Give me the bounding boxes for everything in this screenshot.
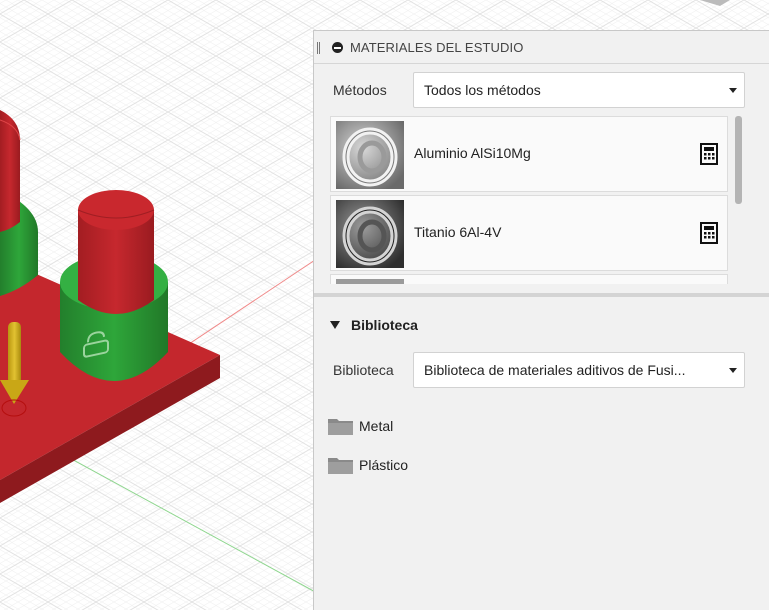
materials-scrollbar[interactable]: [734, 115, 744, 285]
methods-label: Métodos: [333, 82, 387, 98]
library-label: Biblioteca: [333, 362, 394, 378]
calculator-icon[interactable]: [700, 143, 718, 165]
library-dropdown-value: Biblioteca de materiales aditivos de Fus…: [424, 362, 686, 378]
material-name: Aluminio AlSi10Mg: [414, 145, 531, 161]
scrollbar-thumb[interactable]: [735, 116, 742, 204]
chevron-down-icon: [729, 368, 737, 373]
list-item-material[interactable]: Aluminio AlSi10Mg: [330, 116, 728, 192]
list-item-material[interactable]: [330, 274, 728, 284]
panel-title: MATERIALES DEL ESTUDIO: [350, 40, 524, 55]
study-materials-panel: MATERIALES DEL ESTUDIO Métodos Todos los…: [313, 30, 769, 610]
collapse-panel-icon[interactable]: [332, 42, 343, 53]
list-item-material[interactable]: Titanio 6Al-4V: [330, 195, 728, 271]
methods-dropdown[interactable]: Todos los métodos: [413, 72, 745, 108]
calculator-icon[interactable]: [700, 222, 718, 244]
material-name: Titanio 6Al-4V: [414, 224, 502, 240]
folder-name-metal[interactable]: Metal: [359, 418, 393, 434]
material-swatch-aluminum: [336, 121, 404, 189]
library-section-title[interactable]: Biblioteca: [351, 317, 418, 333]
panel-drag-handle[interactable]: [317, 42, 320, 54]
folder-icon[interactable]: [328, 456, 353, 474]
panel-header: MATERIALES DEL ESTUDIO: [314, 31, 769, 64]
materials-list[interactable]: Aluminio AlSi10Mg Titanio 6Al-4V: [330, 116, 746, 284]
folder-name-plastic[interactable]: Plástico: [359, 457, 408, 473]
section-collapse-triangle-icon[interactable]: [330, 321, 340, 329]
library-dropdown[interactable]: Biblioteca de materiales aditivos de Fus…: [413, 352, 745, 388]
folder-icon[interactable]: [328, 417, 353, 435]
material-swatch-partial: [336, 279, 404, 284]
chevron-down-icon: [729, 88, 737, 93]
methods-dropdown-value: Todos los métodos: [424, 82, 541, 98]
panel-divider[interactable]: [314, 293, 769, 297]
material-swatch-titanium: [336, 200, 404, 268]
